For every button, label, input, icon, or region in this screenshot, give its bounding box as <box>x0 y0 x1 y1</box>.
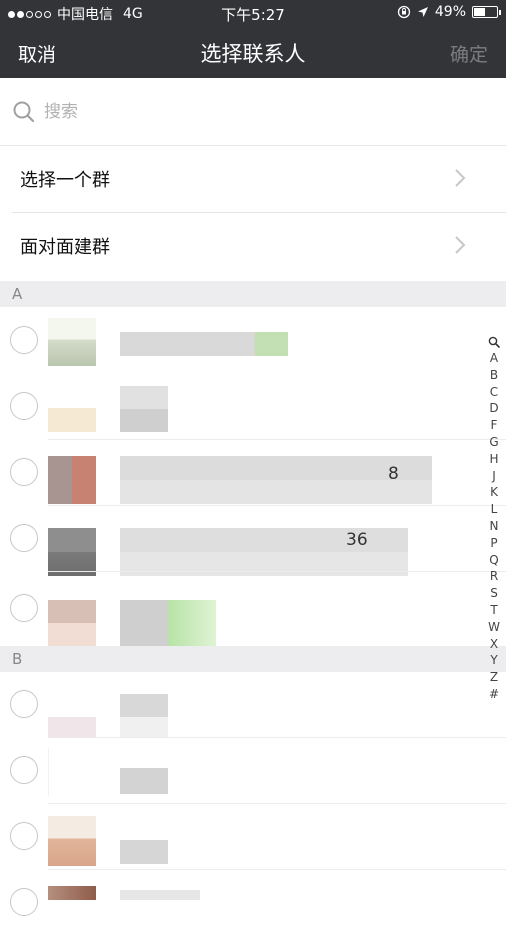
select-radio[interactable] <box>10 756 38 784</box>
index-letter[interactable]: D <box>489 400 498 417</box>
battery-fill <box>474 8 485 16</box>
index-letter[interactable]: R <box>490 568 498 585</box>
contact-row[interactable] <box>0 308 506 374</box>
index-search-icon[interactable] <box>488 336 500 348</box>
avatar <box>48 748 97 796</box>
index-letter[interactable]: K <box>490 484 498 501</box>
select-radio[interactable] <box>10 392 38 420</box>
index-letter[interactable]: G <box>489 434 498 451</box>
select-radio[interactable] <box>10 524 38 552</box>
select-radio[interactable] <box>10 594 38 622</box>
avatar <box>48 886 96 900</box>
index-letter[interactable]: H <box>489 451 498 468</box>
top-bar: 中国电信 4G 下午5:27 49% 取消 选择联系人 确定 <box>0 0 506 78</box>
contact-row[interactable] <box>0 804 506 870</box>
face-to-face-group-row[interactable]: 面对面建群 <box>0 213 506 279</box>
index-letter[interactable]: P <box>490 535 497 552</box>
contact-name <box>120 332 288 356</box>
contact-row[interactable] <box>0 738 506 804</box>
status-bar: 中国电信 4G 下午5:27 49% <box>0 0 506 26</box>
rotation-lock-icon <box>397 5 411 19</box>
index-letter[interactable]: Q <box>489 552 498 569</box>
index-letter[interactable]: C <box>490 384 498 401</box>
contact-name <box>120 768 168 794</box>
section-header-a: A <box>0 281 506 307</box>
index-letter[interactable]: Y <box>490 652 497 669</box>
contact-name <box>120 890 200 900</box>
contact-name <box>120 694 168 740</box>
contact-name <box>120 840 168 864</box>
index-letter[interactable]: L <box>491 501 498 518</box>
contact-name <box>120 456 432 504</box>
location-icon <box>417 7 428 17</box>
avatar <box>48 384 96 432</box>
select-radio[interactable] <box>10 888 38 916</box>
index-letter[interactable]: J <box>492 468 496 485</box>
confirm-button[interactable]: 确定 <box>450 40 488 67</box>
contact-name-suffix: 8 <box>388 464 399 484</box>
avatar <box>48 816 96 866</box>
battery-icon <box>472 6 501 18</box>
index-letter[interactable]: A <box>490 350 498 367</box>
select-group-label: 选择一个群 <box>20 170 110 191</box>
search-icon <box>13 101 35 123</box>
search-input[interactable] <box>42 98 486 126</box>
section-letter: B <box>12 650 23 668</box>
contact-name <box>120 386 168 432</box>
avatar <box>48 456 96 504</box>
avatar <box>48 694 96 740</box>
contact-row[interactable] <box>0 374 506 440</box>
search-bar[interactable] <box>0 78 506 146</box>
select-radio[interactable] <box>10 822 38 850</box>
contact-row[interactable] <box>0 672 506 740</box>
status-right: 49% <box>397 4 501 20</box>
index-letter[interactable]: T <box>490 602 497 619</box>
contact-row[interactable]: 36 <box>0 506 506 576</box>
chevron-right-icon <box>455 169 466 187</box>
contact-row[interactable]: 8 <box>0 440 506 506</box>
page-title: 选择联系人 <box>200 42 306 66</box>
contact-name-suffix: 36 <box>346 530 368 550</box>
avatar <box>48 528 96 576</box>
select-radio[interactable] <box>10 326 38 354</box>
contact-row[interactable] <box>0 870 506 936</box>
index-letter[interactable]: B <box>490 367 498 384</box>
index-letter[interactable]: Z <box>490 669 498 686</box>
contact-name <box>120 600 216 646</box>
select-radio[interactable] <box>10 458 38 486</box>
avatar <box>48 600 96 646</box>
navigation-bar: 取消 选择联系人 确定 <box>0 26 506 78</box>
index-letter[interactable]: F <box>491 417 498 434</box>
alphabet-index[interactable]: A B C D F G H J K L N P Q R S T W X Y Z # <box>485 336 503 703</box>
index-letter[interactable]: N <box>490 518 499 535</box>
row-divider <box>48 571 506 572</box>
chevron-right-icon <box>455 236 466 254</box>
avatar <box>48 318 96 366</box>
select-group-row[interactable]: 选择一个群 <box>0 146 506 212</box>
index-letter[interactable]: W <box>488 619 500 636</box>
section-letter: A <box>12 285 23 303</box>
index-letter[interactable]: X <box>490 636 498 653</box>
select-radio[interactable] <box>10 690 38 718</box>
face-to-face-group-label: 面对面建群 <box>20 237 110 258</box>
battery-percent: 49% <box>434 4 466 20</box>
contact-row[interactable] <box>0 576 506 646</box>
index-letter[interactable]: S <box>490 585 498 602</box>
section-header-b: B <box>0 646 506 672</box>
index-letter[interactable]: # <box>489 686 499 703</box>
